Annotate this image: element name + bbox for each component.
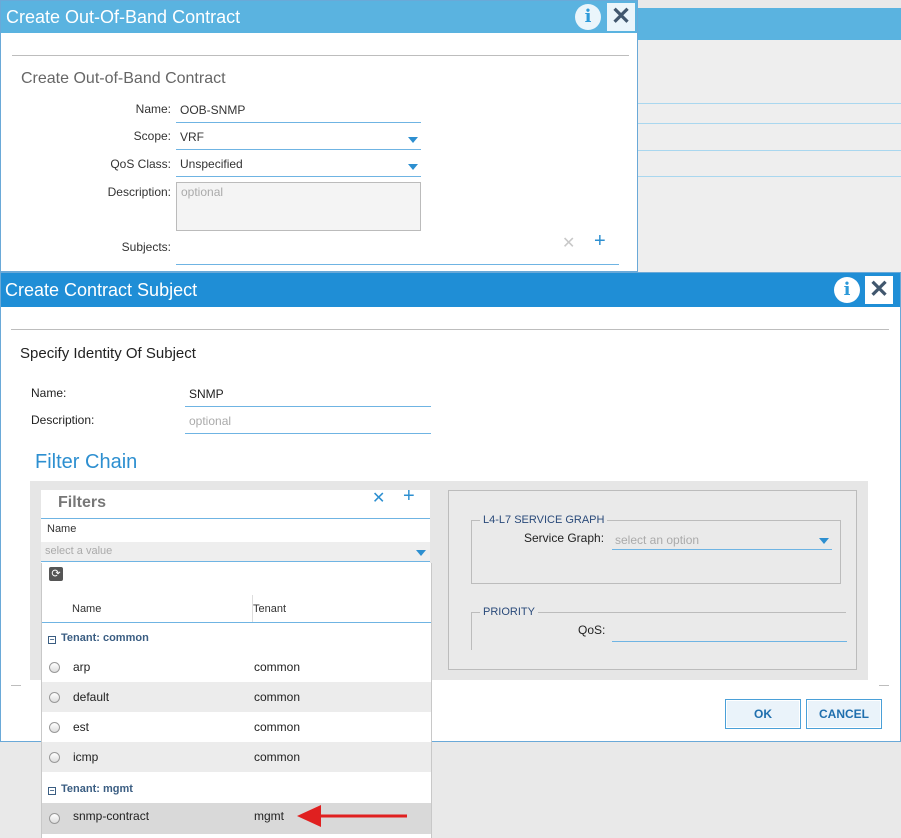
- delete-icon[interactable]: ✕: [372, 488, 385, 508]
- filter-tenant: common: [254, 750, 301, 764]
- filters-title: Filters: [58, 494, 107, 511]
- info-icon[interactable]: i: [575, 4, 601, 30]
- service-graph-fieldset: L4-L7 SERVICE GRAPH Service Graph: selec…: [471, 514, 841, 584]
- qos-class-value: Unspecified: [180, 157, 243, 171]
- divider: [41, 518, 430, 519]
- filter-dropdown-list: ⟳ Name Tenant − Tenant: common arp common…: [41, 563, 432, 838]
- qos-label: QoS:: [578, 623, 606, 637]
- filter-name: icmp: [73, 750, 99, 764]
- select-placeholder: select a value: [45, 545, 113, 557]
- qos-class-select[interactable]: Unspecified: [176, 154, 421, 177]
- list-item[interactable]: default common: [42, 682, 431, 712]
- radio-button[interactable]: [49, 813, 60, 824]
- info-icon[interactable]: i: [834, 277, 860, 303]
- cancel-button[interactable]: CANCEL: [806, 699, 882, 729]
- divider: [11, 329, 889, 330]
- filter-tenant: common: [254, 690, 301, 704]
- subjects-table-header-line: [176, 264, 619, 265]
- list-item[interactable]: est common: [42, 712, 431, 742]
- service-panel: L4-L7 SERVICE GRAPH Service Graph: selec…: [448, 490, 857, 670]
- radio-button[interactable]: [49, 662, 60, 673]
- name-label: Name:: [31, 386, 67, 400]
- add-icon[interactable]: +: [403, 485, 415, 508]
- background-divider: [636, 123, 901, 124]
- filter-name: est: [73, 720, 90, 734]
- filter-tenant: common: [254, 720, 301, 734]
- chevron-down-icon[interactable]: [416, 550, 426, 556]
- collapse-icon[interactable]: −: [48, 636, 56, 644]
- background-divider: [636, 150, 901, 151]
- group-label: Tenant: common: [61, 632, 149, 644]
- chevron-down-icon[interactable]: [819, 538, 829, 544]
- section-heading: Specify Identity Of Subject: [20, 345, 196, 362]
- background-divider: [636, 103, 901, 104]
- group-header-mgmt[interactable]: − Tenant: mgmt: [42, 775, 431, 804]
- subject-name-input[interactable]: SNMP: [185, 385, 431, 407]
- filters-panel: Filters ✕ + Name select a value: [41, 485, 430, 563]
- list-item[interactable]: arp common: [42, 652, 431, 682]
- close-icon[interactable]: ✕: [607, 3, 635, 31]
- red-arrow-annotation: [297, 805, 407, 827]
- dialog-title-bar: Create Contract Subject: [1, 273, 900, 307]
- filter-name: snmp-contract: [73, 809, 150, 823]
- name-input[interactable]: OOB-SNMP: [176, 100, 421, 123]
- ok-button[interactable]: OK: [725, 699, 801, 729]
- filter-tenant: mgmt: [254, 809, 284, 823]
- priority-fieldset: PRIORITY QoS:: [471, 606, 847, 650]
- background-divider: [636, 176, 901, 177]
- subject-description-input[interactable]: optional: [185, 412, 431, 434]
- filter-name: arp: [73, 660, 91, 674]
- divider: [879, 685, 889, 686]
- service-graph-legend: L4-L7 SERVICE GRAPH: [480, 514, 608, 526]
- delete-icon[interactable]: ✕: [562, 233, 575, 253]
- name-label: Name:: [135, 102, 171, 116]
- collapse-icon[interactable]: −: [48, 787, 56, 795]
- qos-select[interactable]: [612, 620, 847, 642]
- dialog-title-bar: Create Out-Of-Band Contract: [1, 1, 637, 33]
- description-placeholder: optional: [189, 414, 232, 428]
- description-placeholder: optional: [181, 185, 224, 199]
- filter-name: default: [73, 690, 110, 704]
- scope-value: VRF: [180, 130, 204, 144]
- qos-class-label: QoS Class:: [110, 157, 171, 171]
- dialog-title: Create Contract Subject: [5, 280, 198, 300]
- refresh-icon[interactable]: ⟳: [49, 567, 63, 581]
- scope-select[interactable]: VRF: [176, 127, 421, 150]
- chevron-down-icon[interactable]: [408, 164, 418, 170]
- service-graph-placeholder: select an option: [615, 533, 700, 547]
- add-icon[interactable]: +: [594, 230, 606, 253]
- list-item[interactable]: icmp common: [42, 742, 431, 772]
- background-dialog: [635, 8, 901, 273]
- radio-button[interactable]: [49, 722, 60, 733]
- name-column-header: Name: [47, 523, 77, 535]
- filter-chain-heading: Filter Chain: [35, 451, 138, 473]
- divider: [42, 622, 431, 623]
- filter-name-select[interactable]: select a value: [41, 542, 430, 562]
- description-textarea[interactable]: optional: [176, 182, 421, 231]
- name-column-header: Name: [72, 603, 102, 615]
- group-label: Tenant: mgmt: [61, 783, 133, 795]
- dialog-title: Create Out-Of-Band Contract: [6, 7, 241, 27]
- section-heading: Create Out-of-Band Contract: [21, 70, 226, 87]
- filter-tenant: common: [254, 660, 301, 674]
- description-label: Description:: [107, 185, 171, 199]
- description-label: Description:: [31, 413, 95, 427]
- chevron-down-icon[interactable]: [408, 137, 418, 143]
- background-title-bar: [636, 8, 901, 40]
- oob-contract-dialog: Create Out-Of-Band Contract i ✕ Create O…: [0, 0, 638, 272]
- radio-button[interactable]: [49, 752, 60, 763]
- subjects-label: Subjects:: [121, 240, 171, 254]
- group-header-common[interactable]: − Tenant: common: [42, 624, 431, 653]
- divider: [11, 685, 21, 686]
- divider: [12, 55, 629, 56]
- scope-label: Scope:: [133, 129, 171, 143]
- column-divider: [252, 595, 253, 623]
- service-graph-select[interactable]: select an option: [612, 528, 832, 550]
- priority-legend: PRIORITY: [480, 606, 538, 618]
- service-graph-label: Service Graph:: [524, 531, 605, 545]
- tenant-column-header: Tenant: [253, 603, 287, 615]
- radio-button[interactable]: [49, 692, 60, 703]
- close-icon[interactable]: ✕: [865, 276, 893, 304]
